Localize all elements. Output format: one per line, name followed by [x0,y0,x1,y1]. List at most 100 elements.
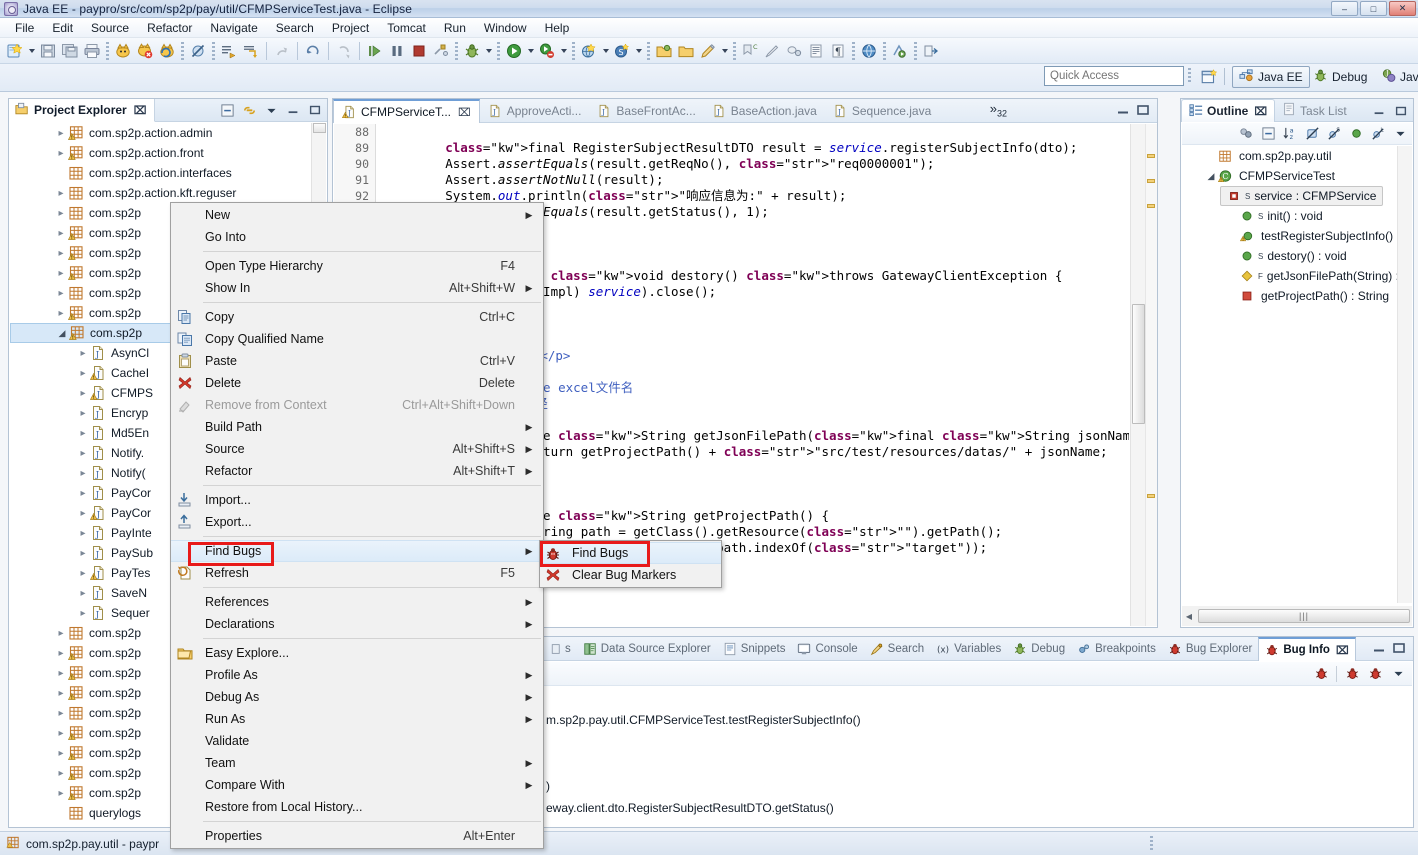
collapse-arrow-icon[interactable] [54,728,68,739]
menu-item[interactable]: References ▶ [171,591,543,613]
edit-pencil-icon[interactable] [697,40,719,62]
terminate-icon[interactable] [408,40,430,62]
menu-item[interactable]: Properties Alt+Enter [171,825,543,847]
menu-item[interactable]: Paste Ctrl+V [171,350,543,372]
collapse-arrow-icon[interactable] [76,488,90,499]
run-last-tool-icon[interactable] [536,40,558,62]
outline-minimize-icon[interactable] [1371,103,1387,119]
bottom-maximize-icon[interactable] [1391,642,1407,656]
save-icon[interactable] [37,40,59,62]
outline-item[interactable]: testRegisterSubjectInfo() : [1182,226,1412,246]
editor-minimize-icon[interactable] [1115,104,1131,118]
collapse-all-icon[interactable] [1260,126,1276,142]
open-type-icon[interactable] [653,40,675,62]
perspective-debug[interactable]: Debug [1307,66,1373,88]
new-wizard-dropdown-icon[interactable] [26,40,37,62]
hscrollbar-thumb[interactable]: ||| [1198,609,1410,623]
close-button[interactable]: ✕ [1389,1,1416,16]
run-ant-icon[interactable] [889,40,911,62]
tomcat-start-icon[interactable] [112,40,134,62]
menu-tomcat[interactable]: Tomcat [378,19,435,37]
editor-annotation-ruler[interactable] [1145,124,1157,626]
last-edit-location-icon[interactable] [240,40,262,62]
collapse-arrow-icon[interactable] [76,388,90,399]
view-menu-icon[interactable] [1392,126,1408,142]
minimize-button[interactable]: – [1331,1,1358,16]
menu-item[interactable]: Open Type Hierarchy F4 [171,255,543,277]
menu-item[interactable]: Validate [171,730,543,752]
collapse-arrow-icon[interactable] [54,748,68,759]
find-bugs-submenu[interactable]: Find Bugs Clear Bug Markers [539,540,722,588]
perspective-java-ee[interactable]: Java EE [1232,66,1310,88]
collapse-arrow-icon[interactable] [76,348,90,359]
menu-help[interactable]: Help [536,19,579,37]
outline-item[interactable]: C CFMPServiceTest [1182,166,1412,186]
warning-annotation[interactable] [1147,494,1155,498]
menu-item[interactable]: Profile As ▶ [171,664,543,686]
bottom-tab[interactable]: Breakpoints [1071,637,1162,661]
collapse-arrow-icon[interactable] [54,688,68,699]
bottom-tab[interactable]: Bug Info ⌧ [1258,637,1356,661]
editor-tab[interactable]: J CFMPServiceT... ⌧ [333,99,480,123]
context-menu[interactable]: New ▶ Go Into Open Type Hierarchy F4 Show In A… [170,202,544,849]
bottom-tab[interactable]: s [541,637,577,661]
hide-local-icon[interactable]: L [1370,126,1386,142]
debug-icon[interactable] [461,40,483,62]
collapse-arrow-icon[interactable] [54,668,68,679]
collapse-arrow-icon[interactable] [54,188,68,199]
tree-item[interactable]: com.sp2p.action.interfaces [10,163,326,183]
editor-overflow-indicator[interactable]: »32 [990,101,1007,119]
editor-tab[interactable]: J Sequence.java [825,99,939,123]
bottom-tabs[interactable]: s Data Source Explorer Snippets Console Sear… [541,637,1356,661]
collapse-arrow-icon[interactable] [76,468,90,479]
minimize-icon[interactable] [285,102,301,118]
menu-item[interactable]: Show In Alt+Shift+W ▶ [171,277,543,299]
collapse-arrow-icon[interactable] [54,268,68,279]
maximize-button[interactable]: □ [1360,1,1387,16]
menu-item[interactable]: Restore from Local History... [171,796,543,818]
collapse-arrow-icon[interactable] [54,128,68,139]
bug-icon-2[interactable] [1344,666,1360,682]
warning-annotation[interactable] [1147,204,1155,208]
editor-maximize-icon[interactable] [1135,104,1151,118]
open-perspective-icon[interactable] [1200,68,1218,86]
menu-item[interactable]: Copy Ctrl+C [171,306,543,328]
bottom-tab[interactable]: (x) Variables [930,637,1007,661]
brush-icon[interactable] [761,40,783,62]
collapse-arrow-icon[interactable] [54,648,68,659]
scroll-left-arrow-icon[interactable]: ◀ [1182,612,1196,621]
link-with-editor-icon[interactable] [241,102,257,118]
menu-refactor[interactable]: Refactor [138,19,201,37]
collapse-arrow-icon[interactable] [76,588,90,599]
outline-item[interactable]: Sdestory() : void [1182,246,1412,266]
collapse-arrow-icon[interactable] [54,148,68,159]
save-all-icon[interactable] [59,40,81,62]
menu-item[interactable]: Remove from Context Ctrl+Alt+Shift+Down [171,394,543,416]
open-browser-icon[interactable] [578,40,600,62]
menu-navigate[interactable]: Navigate [201,19,266,37]
project-explorer-tab[interactable]: Project Explorer ⌧ [9,99,156,122]
warning-annotation[interactable] [1147,154,1155,158]
status-drag-handle[interactable] [1150,836,1153,850]
menu-item[interactable]: Go Into [171,226,543,248]
editor-vertical-scrollbar[interactable] [1130,124,1145,626]
toggle-mark-occurrences-icon[interactable] [783,40,805,62]
bottom-tab[interactable]: Console [791,637,863,661]
submenu-item[interactable]: Find Bugs [540,542,721,564]
maximize-icon[interactable] [307,102,323,118]
menu-file[interactable]: File [6,19,43,37]
collapse-arrow-icon[interactable] [76,548,90,559]
collapse-arrow-icon[interactable] [54,788,68,799]
menu-item[interactable]: Compare With ▶ [171,774,543,796]
bottom-tab[interactable]: Debug [1007,637,1071,661]
bug-icon-3[interactable] [1367,666,1383,682]
menu-search[interactable]: Search [267,19,323,37]
sort-members-icon[interactable] [1238,126,1254,142]
menu-item[interactable]: Copy Qualified Name [171,328,543,350]
collapse-arrow-icon[interactable] [54,308,68,319]
tomcat-restart-icon[interactable] [156,40,178,62]
menu-item[interactable]: Source Alt+Shift+S ▶ [171,438,543,460]
tree-item[interactable]: com.sp2p.action.front [10,143,326,163]
outline-item[interactable]: Sinit() : void [1182,206,1412,226]
hide-fields-icon[interactable] [1304,126,1320,142]
